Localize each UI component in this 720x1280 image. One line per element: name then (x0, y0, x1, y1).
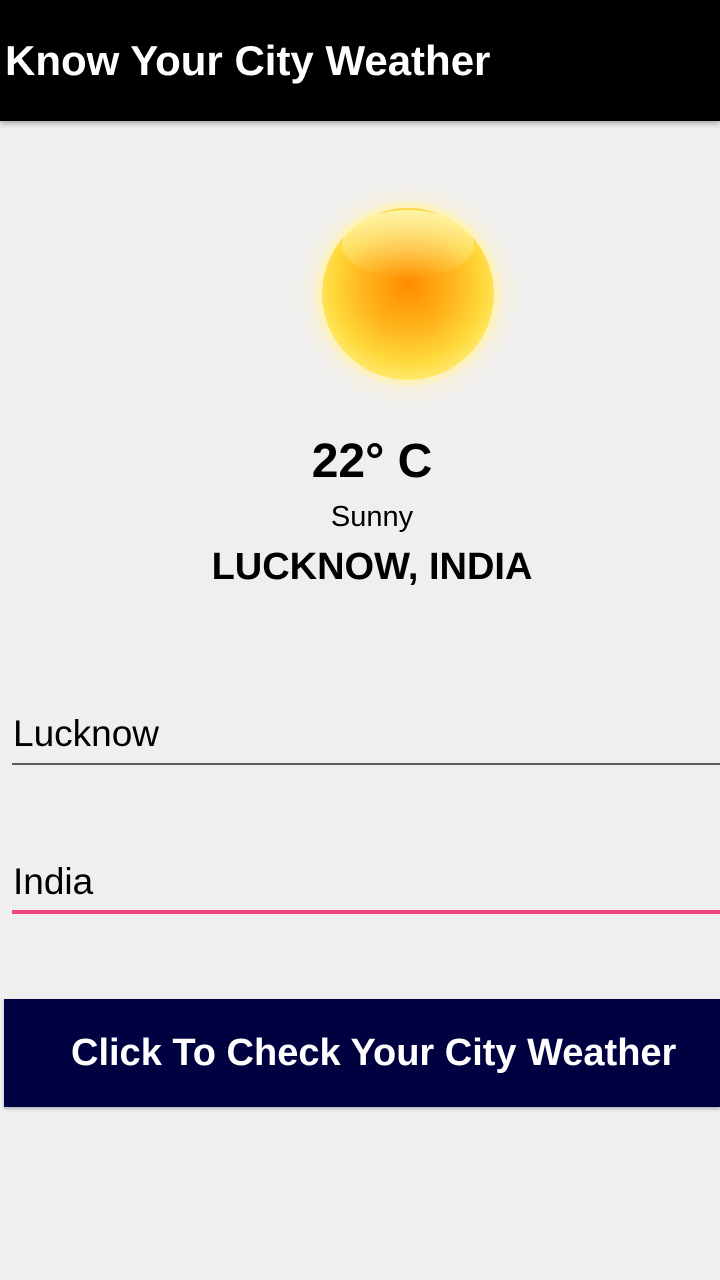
sun-icon (290, 180, 526, 416)
city-input[interactable] (12, 710, 720, 758)
country-input-underline (12, 910, 720, 914)
app-bar: Know Your City Weather (0, 0, 720, 121)
location-label: LUCKNOW, INDIA (211, 546, 533, 588)
check-weather-button[interactable]: Click To Check Your City Weather (4, 999, 720, 1107)
condition-label: Sunny (330, 501, 414, 533)
country-input[interactable] (12, 858, 720, 906)
app-title: Know Your City Weather (5, 37, 491, 84)
city-input-underline (12, 763, 720, 765)
temperature-label: 22° C (311, 435, 433, 488)
